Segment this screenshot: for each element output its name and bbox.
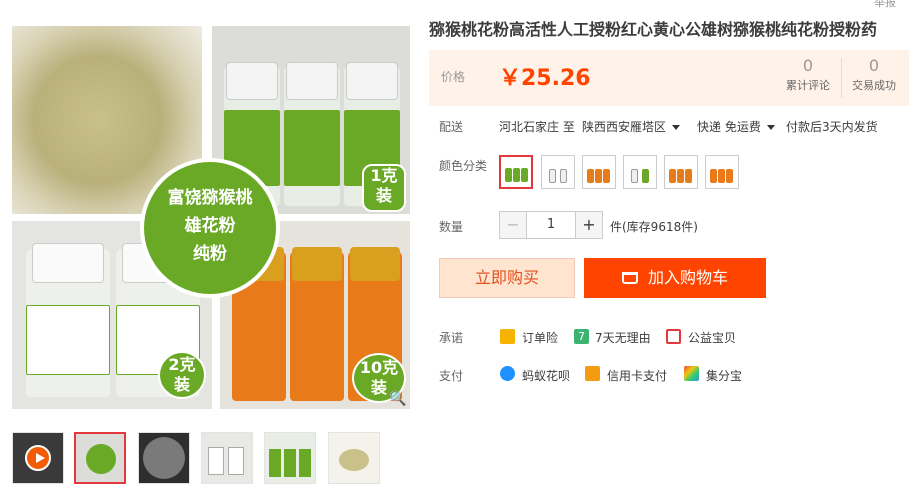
buy-now-button[interactable]: 立即购买: [439, 258, 575, 298]
play-icon: [25, 445, 51, 471]
chevron-down-icon: [672, 125, 681, 130]
color-option-2[interactable]: [541, 155, 575, 189]
shipping-method-select[interactable]: 快递 免运费: [697, 118, 775, 135]
thumbnail-1[interactable]: [74, 432, 126, 484]
product-badge: 富饶猕猴桃 雄花粉 纯粉: [140, 158, 280, 298]
color-option-4[interactable]: [623, 155, 657, 189]
payment-jifenbao[interactable]: 集分宝: [706, 367, 742, 384]
thumbnail-2[interactable]: [138, 432, 190, 484]
color-label: 颜色分类: [439, 159, 488, 173]
payment-label: 支付: [439, 369, 464, 383]
quantity-plus-button[interactable]: +: [576, 212, 602, 238]
shipping-note: 付款后3天内发货: [786, 120, 878, 134]
credit-card-icon: [585, 366, 600, 381]
stock-text: 件(库存9618件): [610, 220, 698, 234]
payment-credit-card[interactable]: 信用卡支付: [607, 367, 667, 384]
cart-icon: [621, 272, 638, 284]
price-value: ￥25.26: [499, 66, 591, 91]
shipping-label: 配送: [439, 120, 464, 134]
huabei-icon: [500, 366, 515, 381]
reviews-stat[interactable]: 0 累计评论: [777, 56, 839, 93]
thumbnail-5[interactable]: [328, 432, 380, 484]
price-box: 价格 ￥25.26 0 累计评论 0 交易成功: [429, 50, 909, 106]
jifenbao-icon: [684, 366, 699, 381]
promise-charity[interactable]: 公益宝贝: [688, 329, 736, 346]
color-option-5[interactable]: [664, 155, 698, 189]
thumbnail-4[interactable]: [264, 432, 316, 484]
thumbnail-3[interactable]: [201, 432, 253, 484]
color-option-3[interactable]: [582, 155, 616, 189]
chevron-down-icon: [766, 125, 775, 130]
color-option-6[interactable]: [705, 155, 739, 189]
charity-heart-icon: [666, 329, 681, 344]
main-product-image[interactable]: 1克装 2克装 10克装 富饶猕猴桃 雄花粉 纯粉 🔍: [12, 26, 410, 409]
payment-huabei[interactable]: 蚂蚁花呗: [522, 367, 570, 384]
report-link[interactable]: 举报: [874, 0, 896, 10]
price-label: 价格: [441, 70, 466, 84]
sales-stat: 0 交易成功: [852, 56, 896, 92]
order-insurance-icon: [500, 329, 515, 344]
shipping-from: 河北石家庄 至: [499, 120, 575, 134]
color-option-1[interactable]: [499, 155, 533, 189]
shipping-destination-select[interactable]: 陕西西安雁塔区: [582, 118, 681, 135]
quantity-stepper: − 1 +: [499, 211, 603, 239]
add-to-cart-button[interactable]: 加入购物车: [584, 258, 766, 298]
promise-order-insurance[interactable]: 订单险: [522, 329, 558, 346]
zoom-icon[interactable]: 🔍: [389, 391, 406, 407]
quantity-minus-button[interactable]: −: [500, 212, 526, 238]
promise-label: 承诺: [439, 331, 464, 345]
seven-day-return-icon: 7: [574, 329, 589, 344]
label-1g: 1克装: [362, 164, 406, 212]
promise-seven-day[interactable]: 7天无理由: [595, 329, 651, 346]
quantity-input[interactable]: 1: [526, 212, 576, 238]
product-title: 猕猴桃花粉高活性人工授粉红心黄心公雄树猕猴桃纯花粉授粉药: [429, 20, 878, 39]
quantity-label: 数量: [439, 220, 464, 234]
thumbnail-video[interactable]: [12, 432, 64, 484]
label-2g: 2克装: [158, 351, 206, 399]
